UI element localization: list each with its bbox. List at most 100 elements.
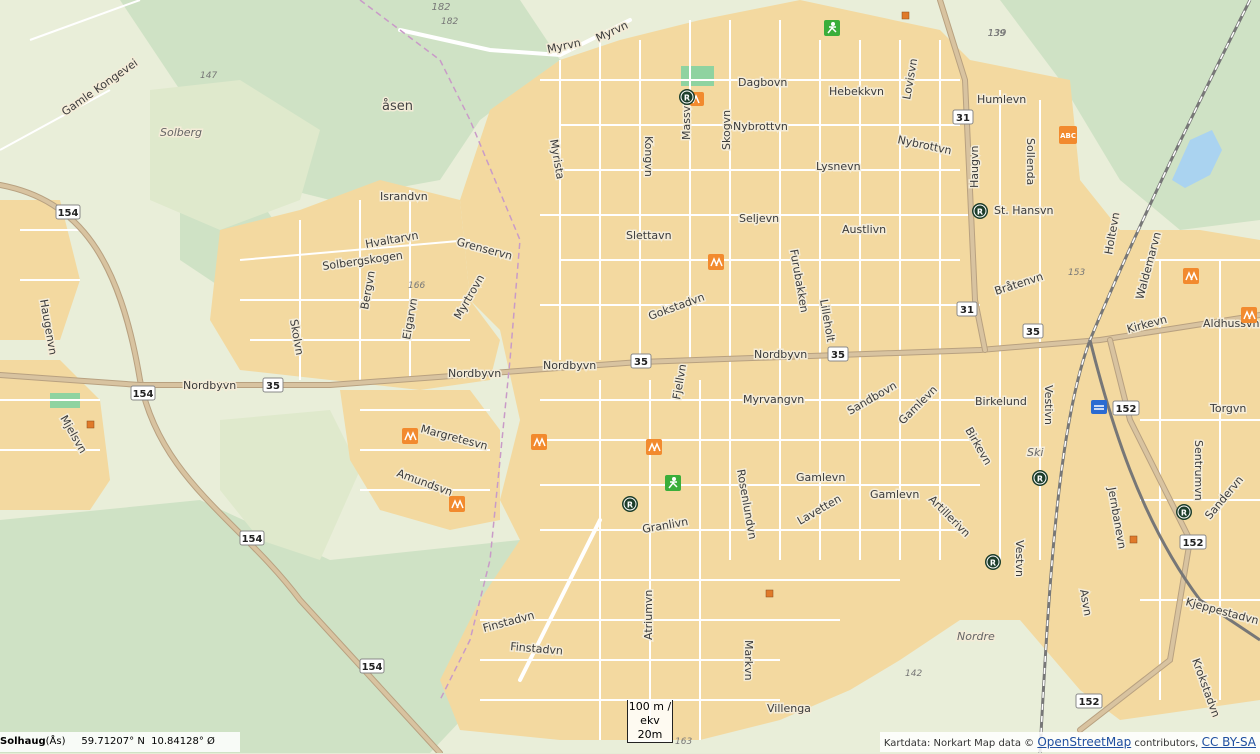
place-name: Solhaug xyxy=(0,736,46,747)
street-label: Nybrottvn xyxy=(733,120,788,133)
park-area xyxy=(681,66,714,86)
route-shield: 154 xyxy=(55,204,81,220)
street-label: Israndvn xyxy=(380,190,428,203)
street-label: Austlivn xyxy=(842,223,886,236)
svg-text:35: 35 xyxy=(634,357,648,368)
scale-line-1: 100 m / xyxy=(628,700,672,713)
poi-dot-icon xyxy=(765,589,774,598)
attribution-prefix: Kartdata: Norkart Map data © xyxy=(883,738,1035,749)
parking-icon: R xyxy=(1032,470,1048,486)
street-label: Seljevn xyxy=(739,212,779,225)
parking-icon: R xyxy=(985,554,1001,570)
svg-text:139: 139 xyxy=(987,28,1006,39)
street-label: Sentrumvn xyxy=(1192,440,1205,501)
svg-text:35: 35 xyxy=(831,350,845,361)
route-shield: 35 xyxy=(262,377,284,393)
elevation-label: 166 xyxy=(408,281,425,291)
parking-icon: R xyxy=(972,203,988,219)
place-label-solberg: Solberg xyxy=(160,126,202,139)
street-label: Haugvn xyxy=(968,146,981,188)
route-shield: 31 xyxy=(956,301,978,317)
street-label: Hebekkvn xyxy=(829,85,884,98)
scale-bar: 100 m / ekv 20m xyxy=(627,700,673,743)
svg-text:R: R xyxy=(977,208,983,217)
svg-text:R: R xyxy=(990,559,996,568)
street-label: Nordbyvn xyxy=(754,348,807,361)
street-label: Skogvn xyxy=(720,110,733,150)
license-link[interactable]: CC BY-SA xyxy=(1202,735,1256,749)
svg-text:152: 152 xyxy=(1116,404,1137,415)
street-label: Kongvn xyxy=(642,136,655,177)
parking-icon: R xyxy=(1176,504,1192,520)
svg-text:152: 152 xyxy=(1183,538,1204,549)
svg-text:154: 154 xyxy=(242,534,263,545)
route-shield: 139 xyxy=(987,28,1006,39)
route-shield: 152 xyxy=(1075,693,1103,709)
street-label: Lysnevn xyxy=(816,160,861,173)
coordinate-readout: Solhaug(Ås) 59.71207° N 10.84128° Ø xyxy=(0,732,240,752)
svg-text:ABC: ABC xyxy=(1060,132,1076,140)
kindergarten-icon xyxy=(708,254,724,270)
poi-dot-icon xyxy=(1129,535,1138,544)
route-shield: 35 xyxy=(1022,323,1044,339)
svg-text:R: R xyxy=(1181,509,1187,518)
osm-link[interactable]: OpenStreetMap xyxy=(1037,735,1131,749)
svg-text:35: 35 xyxy=(266,381,280,392)
street-label: Atriumvn xyxy=(642,590,655,640)
street-label: Slettavn xyxy=(626,229,672,242)
street-label: Birkelund xyxy=(975,395,1027,408)
street-label: Humlevn xyxy=(977,93,1026,106)
kindergarten-icon xyxy=(646,439,662,455)
street-label: Dagbovn xyxy=(738,76,787,89)
place-label-asen: åsen xyxy=(382,99,413,114)
school-icon: ABC xyxy=(1059,126,1077,144)
svg-text:154: 154 xyxy=(133,389,154,400)
route-shield: 31 xyxy=(952,109,974,125)
street-label: Nordbyvn xyxy=(448,367,501,380)
street-label: Gamlevn xyxy=(870,488,919,501)
kindergarten-icon xyxy=(531,434,547,450)
kindergarten-icon xyxy=(1183,268,1199,284)
route-shield: 154 xyxy=(239,530,265,546)
place-label-ski: Ski xyxy=(1027,446,1043,459)
street-label: Myrvangvn xyxy=(743,393,804,406)
street-label: Torgvn xyxy=(1209,402,1246,415)
svg-text:31: 31 xyxy=(956,113,970,124)
svg-text:154: 154 xyxy=(58,208,79,219)
svg-text:152: 152 xyxy=(1079,697,1100,708)
sports-icon xyxy=(665,475,681,491)
latitude: 59.71207° N xyxy=(81,736,145,747)
street-label: Nordbyvn xyxy=(183,379,236,392)
scale-line-2: ekv xyxy=(640,714,660,727)
parking-icon: R xyxy=(622,496,638,512)
train-station-icon xyxy=(1091,400,1107,414)
sports-icon xyxy=(824,20,840,36)
elevation-label: 153 xyxy=(1068,268,1085,278)
longitude: 10.84128° Ø xyxy=(151,736,215,747)
poi-dot-icon xyxy=(901,11,910,20)
route-shield: 35 xyxy=(827,346,849,362)
street-label: Sollenda xyxy=(1024,138,1037,185)
municipality-name: (Ås) xyxy=(45,736,66,747)
street-label: St. Hansvn xyxy=(994,204,1054,217)
street-label: Markvn xyxy=(742,640,755,681)
kindergarten-icon xyxy=(449,496,465,512)
elevation-label: 163 xyxy=(675,737,692,747)
street-label: Nordre xyxy=(957,630,995,643)
elevation-label: 142 xyxy=(905,669,922,679)
street-label: Nordbyvn xyxy=(543,359,596,372)
attribution-bar: Kartdata: Norkart Map data © OpenStreetM… xyxy=(879,732,1260,752)
street-label: Villenga xyxy=(767,702,811,715)
poi-dot-icon xyxy=(86,420,95,429)
street-label: Vestivn xyxy=(1042,385,1055,425)
kindergarten-icon xyxy=(402,428,418,444)
svg-text:R: R xyxy=(627,501,633,510)
route-shield: 182 xyxy=(431,2,450,13)
svg-text:R: R xyxy=(1037,475,1043,484)
route-shield: 154 xyxy=(130,385,156,401)
map-canvas[interactable]: åsen Solberg Ski Myrvn Myrvn Dagbovn Heb… xyxy=(0,0,1260,753)
kindergarten-icon xyxy=(1241,307,1257,323)
street-label: Gamlevn xyxy=(796,471,845,484)
scale-line-3: 20m xyxy=(637,728,663,741)
street-label: Vestvn xyxy=(1013,540,1026,577)
